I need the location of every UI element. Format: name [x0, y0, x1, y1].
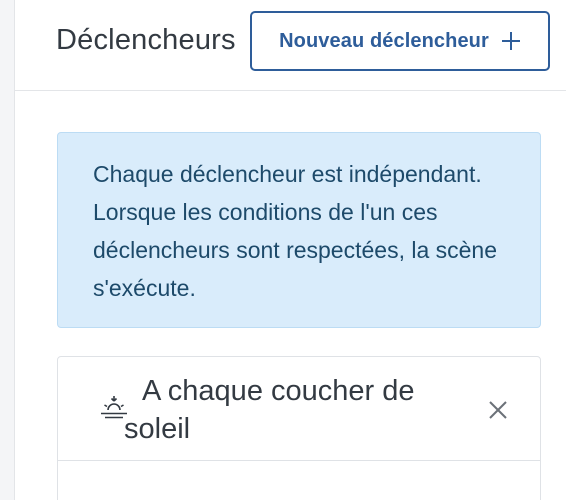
panel-header: Déclencheurs Nouveau déclencheur [15, 0, 566, 91]
info-callout: Chaque déclencheur est indépendant. Lors… [57, 132, 541, 328]
trigger-card-header: A chaque coucher de soleil [58, 357, 540, 461]
trigger-card: A chaque coucher de soleil [57, 356, 541, 500]
new-trigger-button[interactable]: Nouveau déclencheur [250, 11, 550, 71]
left-rail [0, 0, 15, 500]
scene-triggers-panel: Déclencheurs Nouveau déclencheur Chaque … [0, 0, 566, 500]
plus-icon [501, 31, 521, 51]
close-icon[interactable] [486, 398, 510, 422]
new-trigger-button-label: Nouveau déclencheur [279, 29, 489, 52]
page-title: Déclencheurs [56, 24, 236, 56]
info-text: Chaque déclencheur est indépendant. Lors… [93, 161, 498, 301]
trigger-title: A chaque coucher de soleil [124, 375, 415, 445]
